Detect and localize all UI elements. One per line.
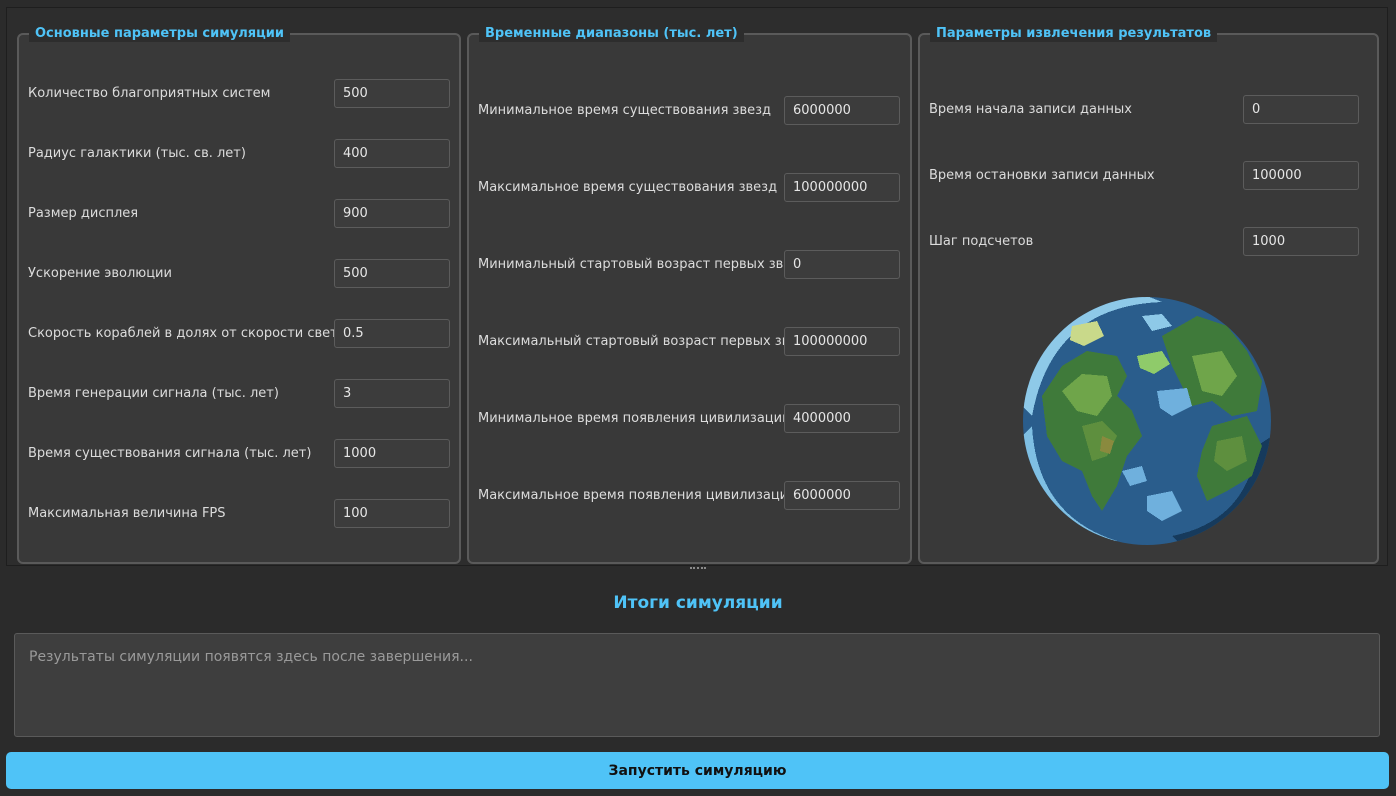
results-textarea[interactable]	[14, 633, 1380, 737]
main-params-title: Основные параметры симуляции	[29, 26, 291, 42]
main-params-group: Основные параметры симуляции Количество …	[17, 26, 461, 564]
galaxy-radius-input[interactable]	[334, 139, 450, 168]
count-step-input[interactable]	[1243, 227, 1359, 256]
field-row-max-civ-time: Максимальное время появления цивилизации	[469, 481, 910, 511]
field-row-signal-generation: Время генерации сигнала (тыс. лет)	[19, 379, 459, 409]
ship-speed-input[interactable]	[334, 319, 450, 348]
max-start-age-input[interactable]	[784, 327, 900, 356]
max-civ-time-input[interactable]	[784, 481, 900, 510]
field-label: Время существования сигнала (тыс. лет)	[28, 446, 312, 461]
field-row-min-civ-time: Минимальное время появления цивилизации	[469, 404, 910, 434]
field-label: Максимальный стартовый возраст первых зв…	[478, 334, 814, 349]
field-label: Шаг подсчетов	[929, 234, 1034, 249]
max-star-lifetime-input[interactable]	[784, 173, 900, 202]
field-row-evolution-speed: Ускорение эволюции	[19, 259, 459, 289]
field-label: Количество благоприятных систем	[28, 86, 271, 101]
run-simulation-button[interactable]: Запустить симуляцию	[6, 752, 1389, 789]
planet-earth-icon	[1023, 297, 1271, 545]
field-label: Время генерации сигнала (тыс. лет)	[28, 386, 279, 401]
results-title: Итоги симуляции	[613, 593, 783, 613]
field-row-record-stop: Время остановки записи данных	[920, 161, 1377, 191]
field-row-min-start-age: Минимальный стартовый возраст первых зве…	[469, 250, 910, 280]
signal-lifetime-input[interactable]	[334, 439, 450, 468]
display-size-input[interactable]	[334, 199, 450, 228]
field-row-ship-speed: Скорость кораблей в долях от скорости св…	[19, 319, 459, 349]
field-label: Скорость кораблей в долях от скорости св…	[28, 326, 346, 341]
field-label: Минимальное время существования звезд	[478, 103, 772, 118]
field-row-max-start-age: Максимальный стартовый возраст первых зв…	[469, 327, 910, 357]
field-row-systems: Количество благоприятных систем	[19, 79, 459, 109]
min-civ-time-input[interactable]	[784, 404, 900, 433]
field-label: Максимальное время существования звезд	[478, 180, 778, 195]
field-row-min-star-lifetime: Минимальное время существования звезд	[469, 96, 910, 126]
evolution-speed-input[interactable]	[334, 259, 450, 288]
signal-generation-input[interactable]	[334, 379, 450, 408]
field-row-display-size: Размер дисплея	[19, 199, 459, 229]
field-row-max-fps: Максимальная величина FPS	[19, 499, 459, 529]
extraction-params-title: Параметры извлечения результатов	[930, 26, 1218, 42]
record-stop-input[interactable]	[1243, 161, 1359, 190]
field-label: Максимальная величина FPS	[28, 506, 226, 521]
field-label: Время остановки записи данных	[929, 168, 1155, 183]
field-label: Размер дисплея	[28, 206, 139, 221]
field-label: Время начала записи данных	[929, 102, 1132, 117]
field-label: Ускорение эволюции	[28, 266, 172, 281]
time-ranges-group: Временные диапазоны (тыс. лет) Минимальн…	[467, 26, 912, 564]
field-row-max-star-lifetime: Максимальное время существования звезд	[469, 173, 910, 203]
record-start-input[interactable]	[1243, 95, 1359, 124]
field-label: Радиус галактики (тыс. св. лет)	[28, 146, 246, 161]
min-star-lifetime-input[interactable]	[784, 96, 900, 125]
field-label: Минимальное время появления цивилизации	[478, 411, 791, 426]
max-fps-input[interactable]	[334, 499, 450, 528]
field-row-signal-lifetime: Время существования сигнала (тыс. лет)	[19, 439, 459, 469]
min-start-age-input[interactable]	[784, 250, 900, 279]
systems-count-input[interactable]	[334, 79, 450, 108]
time-ranges-title: Временные диапазоны (тыс. лет)	[479, 26, 744, 42]
field-row-galaxy-radius: Радиус галактики (тыс. св. лет)	[19, 139, 459, 169]
splitter-handle[interactable]	[690, 567, 706, 572]
field-row-count-step: Шаг подсчетов	[920, 227, 1377, 257]
field-row-record-start: Время начала записи данных	[920, 95, 1377, 125]
field-label: Минимальный стартовый возраст первых зве…	[478, 257, 808, 272]
field-label: Максимальное время появления цивилизации	[478, 488, 797, 503]
